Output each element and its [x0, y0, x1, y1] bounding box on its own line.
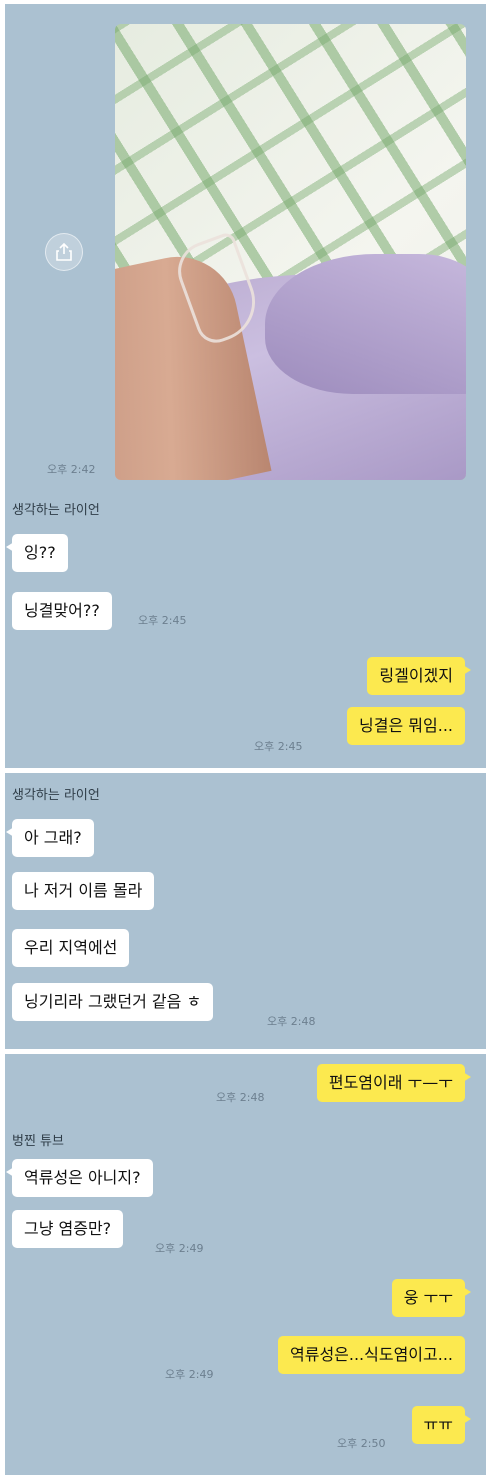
photo-message[interactable] [115, 24, 466, 480]
message-bubble[interactable]: 닝기리라 그랬던거 같음 ㅎ [12, 983, 214, 1021]
message-timestamp: 오후 2:49 [165, 1368, 214, 1381]
message-bubble-outgoing[interactable]: 닝결은 뭐임... [347, 707, 465, 745]
sender-name: 벙찐 튜브 [12, 1134, 64, 1149]
share-button[interactable] [45, 233, 83, 271]
message-bubble[interactable]: 그냥 염증만? [12, 1210, 124, 1248]
message-timestamp: 오후 2:48 [267, 1015, 316, 1028]
chat-panel-1: 오후 2:42 생각하는 라이언 잉?? 닝결맞어?? 오후 2:45 링겔이겠… [5, 4, 486, 768]
sender-name: 생각하는 라이언 [12, 503, 100, 518]
message-timestamp: 오후 2:45 [138, 614, 187, 627]
message-bubble[interactable]: 나 저거 이름 몰라 [12, 872, 155, 910]
photo-blanket-fold [265, 254, 466, 394]
sender-name: 생각하는 라이언 [12, 788, 100, 803]
message-timestamp: 오후 2:45 [254, 740, 303, 753]
message-bubble-outgoing[interactable]: ㅠㅠ [411, 1406, 472, 1444]
message-bubble-outgoing[interactable]: 역류성은...식도염이고... [278, 1336, 465, 1374]
message-bubble-outgoing[interactable]: 링겔이겠지 [367, 657, 471, 695]
message-bubble-outgoing[interactable]: 웅 ㅜㅜ [391, 1279, 472, 1317]
message-bubble-outgoing[interactable]: 편도염이래 ㅜ—ㅜ [316, 1064, 472, 1102]
photo-timestamp: 오후 2:42 [47, 463, 96, 476]
chat-panel-3: 편도염이래 ㅜ—ㅜ 오후 2:48 벙찐 튜브 역류성은 아니지? 그냥 염증만… [5, 1054, 486, 1475]
message-bubble[interactable]: 역류성은 아니지? [6, 1159, 153, 1197]
chat-panel-2: 생각하는 라이언 아 그래? 나 저거 이름 몰라 우리 지역에선 닝기리라 그… [5, 773, 486, 1049]
message-bubble[interactable]: 우리 지역에선 [12, 929, 130, 967]
message-timestamp: 오후 2:48 [216, 1091, 265, 1104]
message-timestamp: 오후 2:50 [337, 1437, 386, 1450]
message-bubble[interactable]: 닝결맞어?? [12, 592, 112, 630]
message-bubble[interactable]: 잉?? [6, 534, 68, 572]
message-timestamp: 오후 2:49 [155, 1242, 204, 1255]
message-bubble[interactable]: 아 그래? [6, 819, 94, 857]
